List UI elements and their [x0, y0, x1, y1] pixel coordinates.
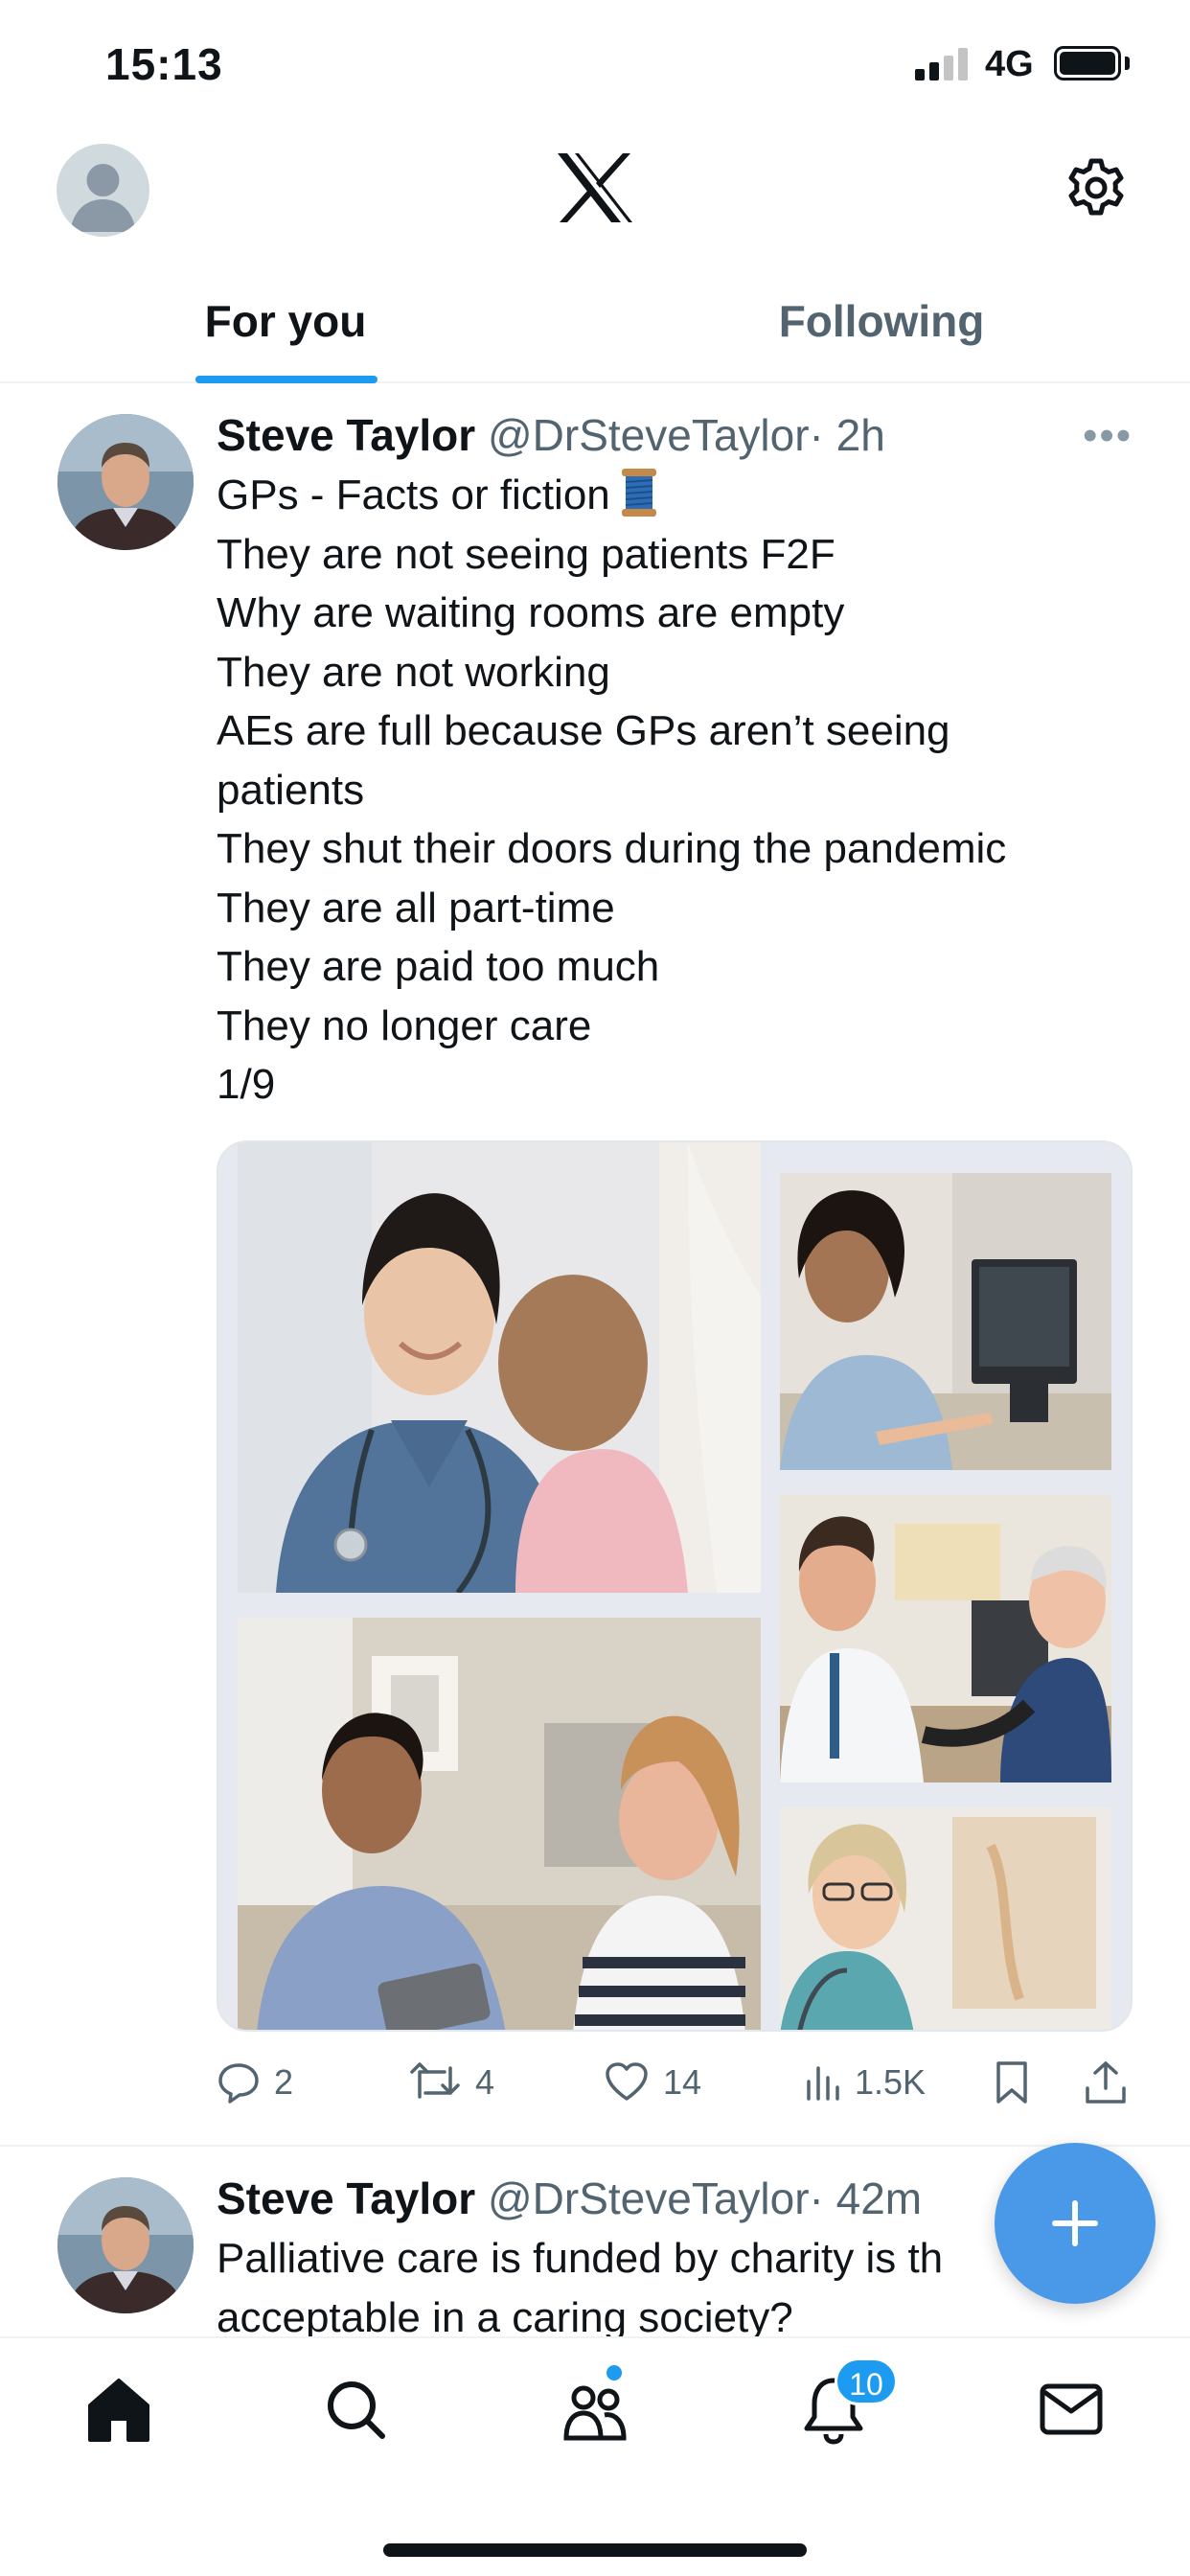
communities-new-dot	[606, 2365, 622, 2380]
battery-cap	[1125, 57, 1130, 70]
tweet-text: GPs - Facts or fiction They are not seei…	[217, 466, 1136, 1115]
tweet-line: They are not seeing patients F2F	[217, 530, 835, 578]
network-type: 4G	[985, 44, 1034, 84]
heart-icon	[606, 2062, 648, 2101]
reply-icon	[218, 2063, 259, 2104]
communities-icon	[563, 2385, 627, 2441]
tweet-line: They are all part-time	[217, 884, 615, 932]
tweet-body: Steve Taylor @DrSteveTaylor· 42m Palliat…	[217, 2170, 1136, 2338]
default-avatar-icon	[70, 164, 136, 232]
battery-icon	[1054, 46, 1121, 80]
like-button[interactable]: 14	[604, 2051, 701, 2114]
search-icon	[328, 2381, 385, 2439]
repost-count: 4	[475, 2062, 495, 2102]
tweet-body: Steve Taylor @DrSteveTaylor· 2h GPs - Fa…	[217, 406, 1136, 1115]
bottom-navigation: 10	[0, 2336, 1190, 2576]
reply-button[interactable]: 2	[217, 2051, 293, 2114]
author-name[interactable]: Steve Taylor	[217, 2174, 475, 2223]
media-photo-doctor-patient	[238, 1618, 761, 2030]
home-icon	[88, 2379, 149, 2442]
author-handle[interactable]: @DrSteveTaylor	[488, 410, 810, 460]
tweet-line: They are not working	[217, 648, 610, 696]
app-header: For you Following	[0, 134, 1190, 383]
views-button[interactable]: 1.5K	[803, 2051, 926, 2114]
media-photo-nurse-child	[238, 1142, 761, 1593]
tweet-line: patients	[217, 766, 365, 814]
tweet-time: · 42m	[809, 2174, 923, 2223]
status-bar: 15:13 4G	[0, 0, 1190, 134]
bookmark-button[interactable]	[993, 2051, 1044, 2114]
tweet-line: Why are waiting rooms are empty	[217, 589, 845, 636]
timeline-tabs: For you Following	[0, 278, 1190, 383]
author-photo	[57, 414, 194, 550]
author-photo	[57, 2177, 194, 2313]
tweet-header: Steve Taylor @DrSteveTaylor· 2h	[217, 406, 1136, 464]
views-chart-icon	[807, 2066, 839, 2101]
tweet-line: 1/9	[217, 1061, 276, 1108]
author-avatar[interactable]	[57, 414, 194, 550]
tweet-time: · 2h	[809, 410, 885, 460]
nav-home[interactable]	[80, 2371, 157, 2448]
messages-icon	[1040, 2383, 1103, 2435]
tweet-line: GPs - Facts or fiction	[217, 466, 1136, 525]
repost-button[interactable]: 4	[408, 2051, 494, 2114]
notifications-badge: 10	[835, 2358, 898, 2405]
tweet-line: acceptable in a caring society?	[217, 2293, 793, 2339]
view-count: 1.5K	[855, 2062, 927, 2102]
author-handle[interactable]: @DrSteveTaylor	[488, 2174, 810, 2223]
nav-search[interactable]	[317, 2371, 394, 2448]
tweet-line: They no longer care	[217, 1001, 592, 1049]
status-time: 15:13	[105, 39, 223, 89]
media-photo-nurse-computer	[780, 1173, 1111, 1470]
settings-gear-icon[interactable]	[1065, 157, 1127, 218]
tweet-line: AEs are full because GPs aren’t seeing	[217, 707, 950, 754]
share-button[interactable]	[1084, 2051, 1141, 2114]
signal-strength-icon	[915, 48, 969, 80]
reply-count: 2	[274, 2062, 294, 2102]
thread-spool-icon	[620, 467, 658, 518]
bookmark-icon	[996, 2061, 1027, 2104]
repost-icon	[410, 2062, 460, 2099]
author-avatar[interactable]	[57, 2177, 194, 2313]
compose-post-button[interactable]	[995, 2143, 1156, 2304]
like-count: 14	[663, 2062, 702, 2102]
tweet-line: They are paid too much	[217, 943, 660, 990]
tweet[interactable]: ••• Steve Taylor @DrSteveTaylor· 2h GPs …	[0, 383, 1190, 2147]
tweet-media[interactable]	[217, 1140, 1133, 2032]
nav-communities[interactable]	[557, 2365, 633, 2448]
tweet-line: They shut their doors during the pandemi…	[217, 825, 1007, 872]
media-photo-female-doctor	[780, 1807, 1111, 2030]
tab-following[interactable]: Following	[709, 278, 1054, 383]
author-name[interactable]: Steve Taylor	[217, 410, 475, 460]
x-logo-icon[interactable]	[556, 151, 634, 224]
profile-avatar[interactable]	[57, 144, 149, 237]
share-icon	[1086, 2061, 1126, 2104]
media-photo-blood-pressure	[780, 1495, 1111, 1782]
tweet-line-text: GPs - Facts or fiction	[217, 472, 610, 518]
nav-messages[interactable]	[1033, 2371, 1110, 2448]
active-tab-indicator	[195, 376, 378, 383]
tweet-actions: 2 4 14 1.5K	[217, 2051, 1136, 2114]
home-indicator[interactable]	[383, 2543, 807, 2557]
tab-for-you[interactable]: For you	[115, 278, 456, 383]
